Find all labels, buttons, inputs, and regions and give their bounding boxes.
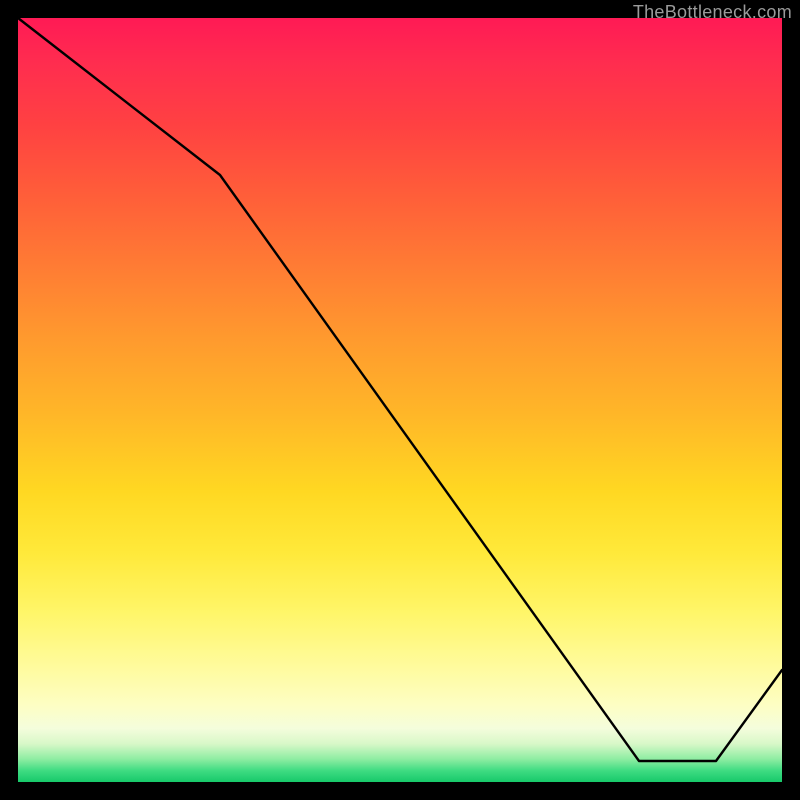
chart-frame: TheBottleneck.com — [0, 0, 800, 800]
gradient-plot-area — [18, 18, 782, 782]
watermark-text: TheBottleneck.com — [633, 2, 792, 23]
